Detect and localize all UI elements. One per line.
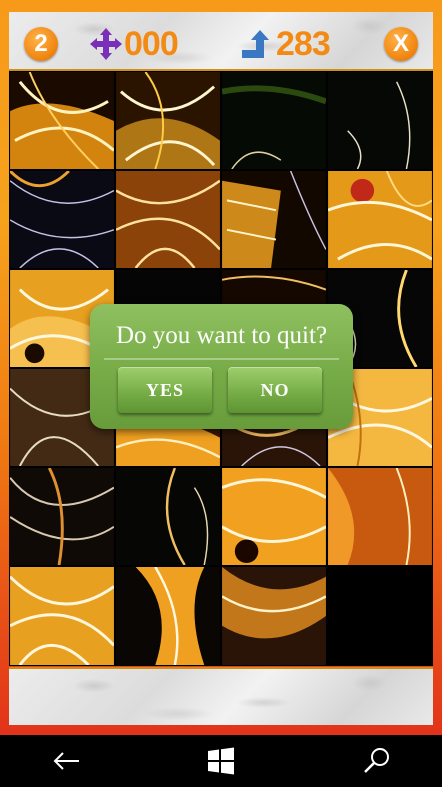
puzzle-tile[interactable] — [115, 566, 221, 666]
close-button[interactable]: X — [384, 27, 418, 61]
system-navbar — [0, 735, 442, 787]
empty-slot — [327, 566, 433, 666]
puzzle-tile[interactable] — [221, 566, 327, 666]
no-button[interactable]: NO — [228, 367, 322, 413]
puzzle-tile[interactable] — [9, 566, 115, 666]
puzzle-tile[interactable] — [115, 71, 221, 170]
status-bar — [9, 12, 433, 71]
puzzle-tile[interactable] — [221, 170, 327, 269]
puzzle-tile[interactable] — [115, 170, 221, 269]
level-badge: 2 — [24, 27, 58, 61]
dialog-divider — [104, 358, 339, 360]
moves-counter: 000 — [124, 25, 179, 63]
search-icon[interactable] — [361, 745, 393, 777]
puzzle-tile[interactable] — [327, 467, 433, 566]
puzzle-tile[interactable] — [9, 71, 115, 170]
turn-arrow-icon — [242, 30, 269, 58]
puzzle-tile[interactable] — [221, 71, 327, 170]
time-counter: 283 — [276, 25, 331, 63]
puzzle-tile[interactable] — [9, 467, 115, 566]
bottom-panel — [9, 667, 433, 725]
windows-start-icon[interactable] — [205, 745, 237, 777]
puzzle-tile[interactable] — [221, 467, 327, 566]
back-arrow-icon[interactable] — [51, 745, 83, 777]
puzzle-tile[interactable] — [327, 71, 433, 170]
quit-dialog: Do you want to quit? YES NO — [90, 304, 353, 429]
puzzle-tile[interactable] — [115, 467, 221, 566]
puzzle-tile[interactable] — [9, 170, 115, 269]
yes-button[interactable]: YES — [118, 367, 212, 413]
dialog-question: Do you want to quit? — [115, 322, 328, 349]
move-cross-icon — [90, 28, 122, 60]
puzzle-tile[interactable] — [327, 170, 433, 269]
